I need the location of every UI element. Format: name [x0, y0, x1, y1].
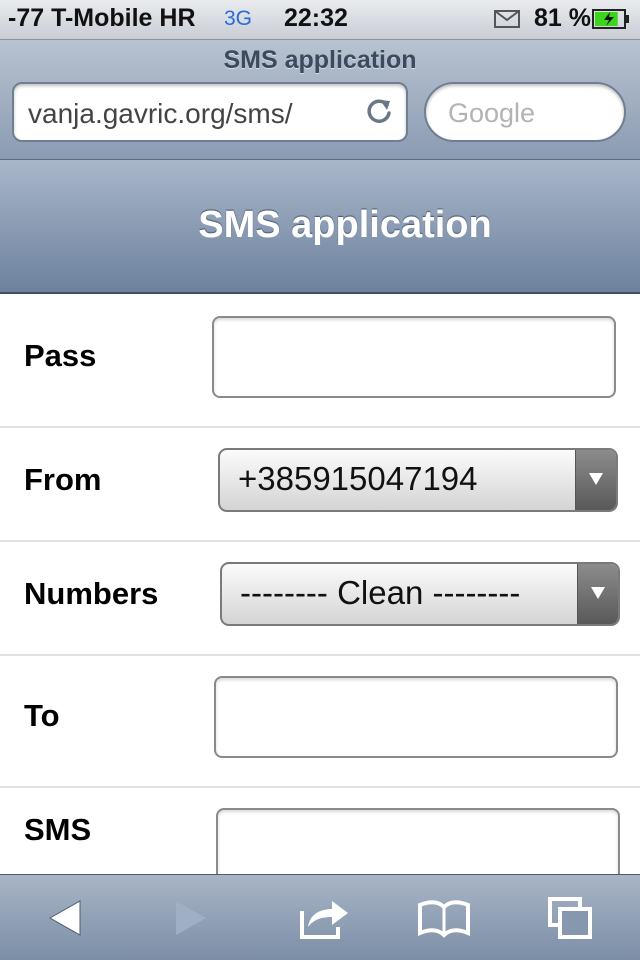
sms-field[interactable]: [216, 808, 620, 874]
share-icon[interactable]: [292, 893, 352, 943]
numbers-label: Numbers: [24, 576, 159, 611]
mail-icon: [494, 10, 520, 28]
bookmarks-icon[interactable]: [414, 893, 474, 943]
form-row-sms: SMS: [0, 788, 640, 874]
reload-icon[interactable]: [364, 97, 394, 127]
forward-icon[interactable]: [160, 893, 220, 943]
form-row-numbers: Numbers -------- Clean --------: [0, 542, 640, 656]
form-row-from: From +385915047194: [0, 428, 640, 542]
to-field[interactable]: [214, 676, 618, 758]
address-bar[interactable]: vanja.gavric.org/sms/: [12, 82, 408, 142]
from-select-value: +385915047194: [238, 460, 478, 497]
pass-label: Pass: [24, 338, 97, 373]
back-icon[interactable]: [36, 893, 96, 943]
chevron-down-icon: [575, 450, 616, 510]
to-label: To: [24, 698, 60, 733]
address-text: vanja.gavric.org/sms/: [28, 98, 293, 129]
carrier-signal: -77 T-Mobile HR: [8, 4, 196, 32]
bottom-toolbar: [0, 874, 640, 960]
pass-field[interactable]: [212, 316, 616, 398]
sms-label: SMS: [24, 812, 92, 847]
numbers-select[interactable]: -------- Clean --------: [220, 562, 620, 626]
battery-percent: 81 %: [534, 4, 591, 32]
search-input[interactable]: Google: [424, 82, 626, 142]
search-placeholder: Google: [448, 98, 536, 128]
form-row-pass: Pass: [0, 294, 640, 428]
sms-form: Pass From +385915047194 Numbers --------…: [0, 294, 640, 874]
from-label: From: [24, 462, 102, 497]
tabs-icon[interactable]: [540, 893, 600, 943]
battery-icon: [592, 9, 629, 29]
status-bar: -77 T-Mobile HR 3G 22:32 81 %: [0, 0, 640, 40]
network-type: 3G: [224, 7, 253, 30]
form-row-to: To: [0, 656, 640, 788]
browser-page-title: SMS application: [223, 46, 417, 74]
page-title: SMS application: [198, 204, 492, 246]
numbers-select-value: -------- Clean --------: [240, 574, 521, 611]
chevron-down-icon: [577, 564, 618, 624]
clock: 22:32: [284, 4, 348, 32]
browser-toolbar: SMS application vanja.gavric.org/sms/ Go…: [0, 40, 640, 160]
page-header: SMS application: [0, 160, 640, 294]
from-select[interactable]: +385915047194: [218, 448, 618, 512]
